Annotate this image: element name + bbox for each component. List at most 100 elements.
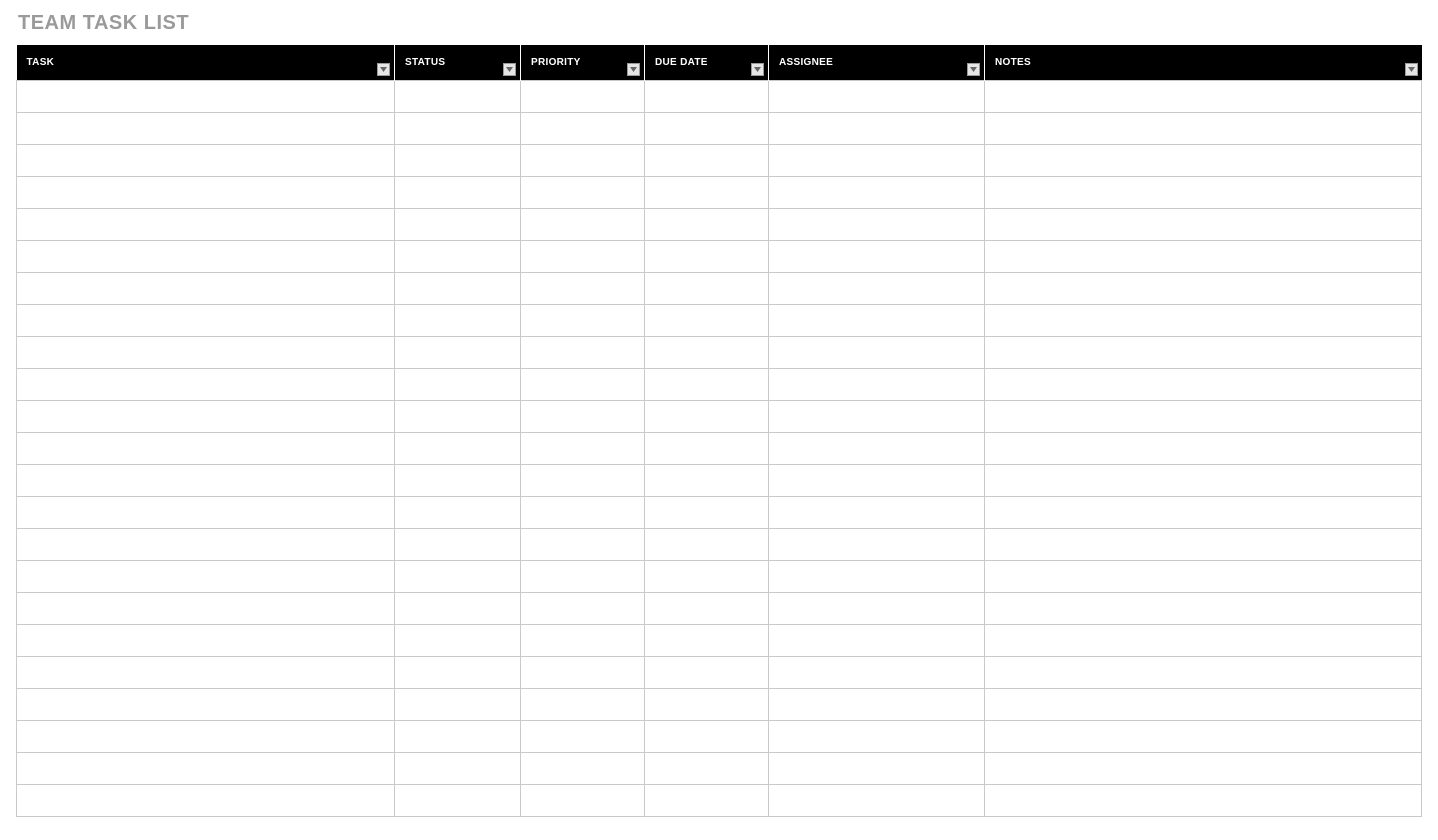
cell-assignee[interactable] (769, 465, 985, 497)
cell-status[interactable] (395, 369, 521, 401)
cell-assignee[interactable] (769, 721, 985, 753)
cell-assignee[interactable] (769, 145, 985, 177)
cell-task[interactable] (17, 625, 395, 657)
cell-status[interactable] (395, 433, 521, 465)
cell-duedate[interactable] (645, 273, 769, 305)
cell-status[interactable] (395, 337, 521, 369)
cell-priority[interactable] (521, 657, 645, 689)
column-header-duedate[interactable]: DUE DATE (645, 45, 769, 81)
cell-task[interactable] (17, 593, 395, 625)
cell-duedate[interactable] (645, 81, 769, 113)
cell-notes[interactable] (985, 721, 1422, 753)
filter-dropdown-icon[interactable] (1405, 63, 1418, 76)
cell-notes[interactable] (985, 561, 1422, 593)
cell-status[interactable] (395, 753, 521, 785)
cell-task[interactable] (17, 785, 395, 817)
cell-assignee[interactable] (769, 593, 985, 625)
cell-task[interactable] (17, 529, 395, 561)
cell-status[interactable] (395, 593, 521, 625)
cell-notes[interactable] (985, 465, 1422, 497)
cell-priority[interactable] (521, 305, 645, 337)
cell-notes[interactable] (985, 433, 1422, 465)
filter-dropdown-icon[interactable] (967, 63, 980, 76)
column-header-task[interactable]: TASK (17, 45, 395, 81)
column-header-priority[interactable]: PRIORITY (521, 45, 645, 81)
cell-status[interactable] (395, 689, 521, 721)
cell-status[interactable] (395, 145, 521, 177)
cell-task[interactable] (17, 113, 395, 145)
cell-duedate[interactable] (645, 305, 769, 337)
cell-assignee[interactable] (769, 273, 985, 305)
cell-task[interactable] (17, 689, 395, 721)
cell-duedate[interactable] (645, 497, 769, 529)
cell-task[interactable] (17, 305, 395, 337)
cell-duedate[interactable] (645, 529, 769, 561)
cell-priority[interactable] (521, 209, 645, 241)
cell-status[interactable] (395, 209, 521, 241)
cell-assignee[interactable] (769, 209, 985, 241)
cell-duedate[interactable] (645, 561, 769, 593)
cell-status[interactable] (395, 497, 521, 529)
cell-assignee[interactable] (769, 241, 985, 273)
cell-priority[interactable] (521, 433, 645, 465)
filter-dropdown-icon[interactable] (377, 63, 390, 76)
cell-assignee[interactable] (769, 369, 985, 401)
cell-task[interactable] (17, 433, 395, 465)
cell-priority[interactable] (521, 81, 645, 113)
cell-priority[interactable] (521, 273, 645, 305)
cell-priority[interactable] (521, 561, 645, 593)
cell-task[interactable] (17, 753, 395, 785)
cell-task[interactable] (17, 497, 395, 529)
cell-assignee[interactable] (769, 337, 985, 369)
cell-notes[interactable] (985, 81, 1422, 113)
cell-duedate[interactable] (645, 721, 769, 753)
cell-notes[interactable] (985, 529, 1422, 561)
cell-status[interactable] (395, 721, 521, 753)
cell-task[interactable] (17, 337, 395, 369)
cell-priority[interactable] (521, 721, 645, 753)
cell-assignee[interactable] (769, 785, 985, 817)
cell-task[interactable] (17, 177, 395, 209)
column-header-status[interactable]: STATUS (395, 45, 521, 81)
cell-assignee[interactable] (769, 625, 985, 657)
cell-status[interactable] (395, 465, 521, 497)
cell-priority[interactable] (521, 625, 645, 657)
cell-priority[interactable] (521, 785, 645, 817)
cell-duedate[interactable] (645, 401, 769, 433)
cell-duedate[interactable] (645, 209, 769, 241)
cell-duedate[interactable] (645, 753, 769, 785)
cell-duedate[interactable] (645, 689, 769, 721)
cell-priority[interactable] (521, 497, 645, 529)
cell-task[interactable] (17, 465, 395, 497)
cell-status[interactable] (395, 529, 521, 561)
cell-duedate[interactable] (645, 145, 769, 177)
cell-task[interactable] (17, 657, 395, 689)
cell-status[interactable] (395, 177, 521, 209)
cell-priority[interactable] (521, 145, 645, 177)
cell-status[interactable] (395, 113, 521, 145)
cell-duedate[interactable] (645, 433, 769, 465)
cell-notes[interactable] (985, 273, 1422, 305)
cell-notes[interactable] (985, 753, 1422, 785)
cell-priority[interactable] (521, 241, 645, 273)
cell-notes[interactable] (985, 401, 1422, 433)
cell-notes[interactable] (985, 337, 1422, 369)
cell-notes[interactable] (985, 657, 1422, 689)
cell-assignee[interactable] (769, 753, 985, 785)
cell-duedate[interactable] (645, 593, 769, 625)
cell-status[interactable] (395, 273, 521, 305)
column-header-assignee[interactable]: ASSIGNEE (769, 45, 985, 81)
cell-task[interactable] (17, 145, 395, 177)
cell-task[interactable] (17, 273, 395, 305)
cell-notes[interactable] (985, 241, 1422, 273)
cell-notes[interactable] (985, 305, 1422, 337)
cell-duedate[interactable] (645, 241, 769, 273)
cell-status[interactable] (395, 305, 521, 337)
filter-dropdown-icon[interactable] (627, 63, 640, 76)
cell-task[interactable] (17, 561, 395, 593)
cell-assignee[interactable] (769, 689, 985, 721)
cell-duedate[interactable] (645, 113, 769, 145)
cell-priority[interactable] (521, 753, 645, 785)
cell-task[interactable] (17, 241, 395, 273)
cell-priority[interactable] (521, 689, 645, 721)
